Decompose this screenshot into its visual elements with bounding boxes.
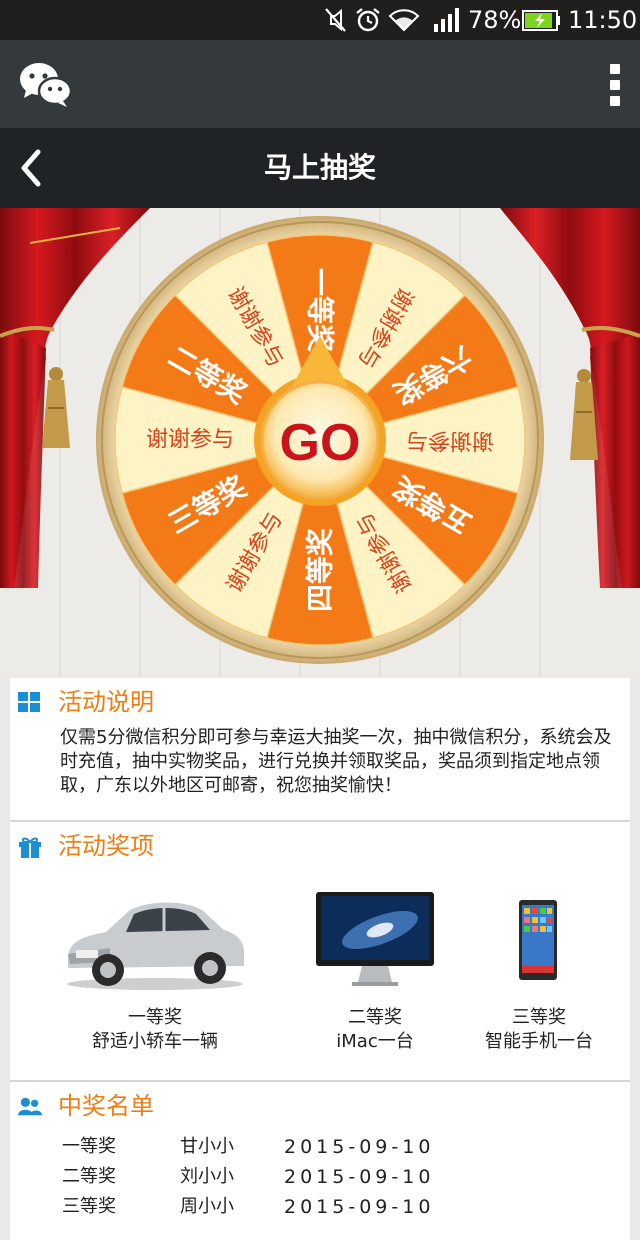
lottery-stage: 一等奖 谢谢参与六等奖谢谢参与五等奖谢谢参与四等奖谢谢参与三等奖谢谢参与二等奖谢谢… xyxy=(0,208,640,678)
mute-icon xyxy=(325,8,346,32)
lottery-banner: 一等奖 谢谢参与 六等奖 谢谢参与 五等奖 谢谢参与 四等奖 谢谢参与 三等奖 谢谢参与 二等奖 谢谢… xyxy=(0,208,640,678)
prize-item: 二等奖 iMac一台 xyxy=(300,886,450,1054)
list-item: 二等奖 刘小小 2015-09-10 xyxy=(60,1162,620,1192)
more-vertical-icon[interactable] xyxy=(610,64,622,106)
imac-image xyxy=(316,892,434,986)
clock: 11:50 xyxy=(568,6,638,34)
battery-percent: 78% xyxy=(468,6,522,34)
prize-item: 一等奖 舒适小轿车一辆 xyxy=(60,886,250,1054)
section-title: 活动奖项 xyxy=(58,832,154,860)
winner-level: 二等奖 xyxy=(62,1166,116,1187)
prize-level: 三等奖 xyxy=(512,1007,566,1028)
smartphone-image xyxy=(519,900,557,980)
winner-name: 刘小小 xyxy=(180,1166,234,1187)
page-title: 马上抽奖 xyxy=(263,151,376,184)
prize-level: 一等奖 xyxy=(128,1007,182,1028)
alarm-icon xyxy=(356,8,380,32)
go-button[interactable]: GO xyxy=(280,414,361,472)
winner-date: 2015-09-10 xyxy=(284,1166,435,1188)
section-title: 中奖名单 xyxy=(58,1092,154,1120)
prize-name: iMac一台 xyxy=(336,1031,414,1052)
users-icon xyxy=(18,1097,42,1116)
prizes-section: 活动奖项 一等奖 舒适小轿车一辆 二等奖 iMac一台 三等奖 智能手机一台 xyxy=(10,820,630,1080)
description-text: 仅需5分微信积分即可参与幸运大抽奖一次，抽中微信积分，系统会及时充值，抽中实物奖… xyxy=(60,727,612,796)
wheel-segment-label: 四等奖 xyxy=(304,528,337,612)
winner-date: 2015-09-10 xyxy=(284,1196,435,1218)
winner-name: 周小小 xyxy=(180,1196,234,1217)
app-bar xyxy=(0,40,640,128)
signal-icon xyxy=(434,8,459,32)
winner-date: 2015-09-10 xyxy=(284,1136,435,1158)
winner-level: 三等奖 xyxy=(62,1196,116,1217)
winners-section: 中奖名单 一等奖 甘小小 2015-09-10 二等奖 刘小小 2015-09-… xyxy=(10,1080,630,1240)
prize-level: 二等奖 xyxy=(348,1007,402,1028)
lottery-wheel[interactable]: 一等奖 谢谢参与六等奖谢谢参与五等奖谢谢参与四等奖谢谢参与三等奖谢谢参与二等奖谢谢… xyxy=(96,216,544,664)
wechat-icon[interactable] xyxy=(18,60,74,110)
car-image xyxy=(67,902,244,990)
winner-level: 一等奖 xyxy=(62,1136,116,1157)
list-item: 三等奖 周小小 2015-09-10 xyxy=(60,1192,620,1222)
section-title: 活动说明 xyxy=(58,688,154,716)
wheel-segment-label: 谢谢参与 xyxy=(406,428,494,453)
wifi-icon xyxy=(388,9,420,32)
battery-charging-icon xyxy=(522,10,560,31)
description-section: 活动说明 仅需5分微信积分即可参与幸运大抽奖一次，抽中微信积分，系统会及时充值，… xyxy=(10,678,630,822)
grid-icon xyxy=(18,692,40,712)
content-card: 活动说明 仅需5分微信积分即可参与幸运大抽奖一次，抽中微信积分，系统会及时充值，… xyxy=(10,678,630,1240)
winner-name: 甘小小 xyxy=(180,1136,234,1157)
winners-list: 一等奖 甘小小 2015-09-10 二等奖 刘小小 2015-09-10 三等… xyxy=(60,1132,620,1222)
prize-name: 舒适小轿车一辆 xyxy=(92,1031,218,1052)
list-item: 一等奖 甘小小 2015-09-10 xyxy=(60,1132,620,1162)
title-bar: 马上抽奖 xyxy=(0,128,640,208)
prize-name: 智能手机一台 xyxy=(485,1031,593,1052)
gift-icon xyxy=(19,837,41,858)
status-bar: 78% 11:50 xyxy=(0,0,640,40)
wheel-segment-label: 谢谢参与 xyxy=(146,428,234,453)
prize-item: 三等奖 智能手机一台 xyxy=(472,886,606,1054)
